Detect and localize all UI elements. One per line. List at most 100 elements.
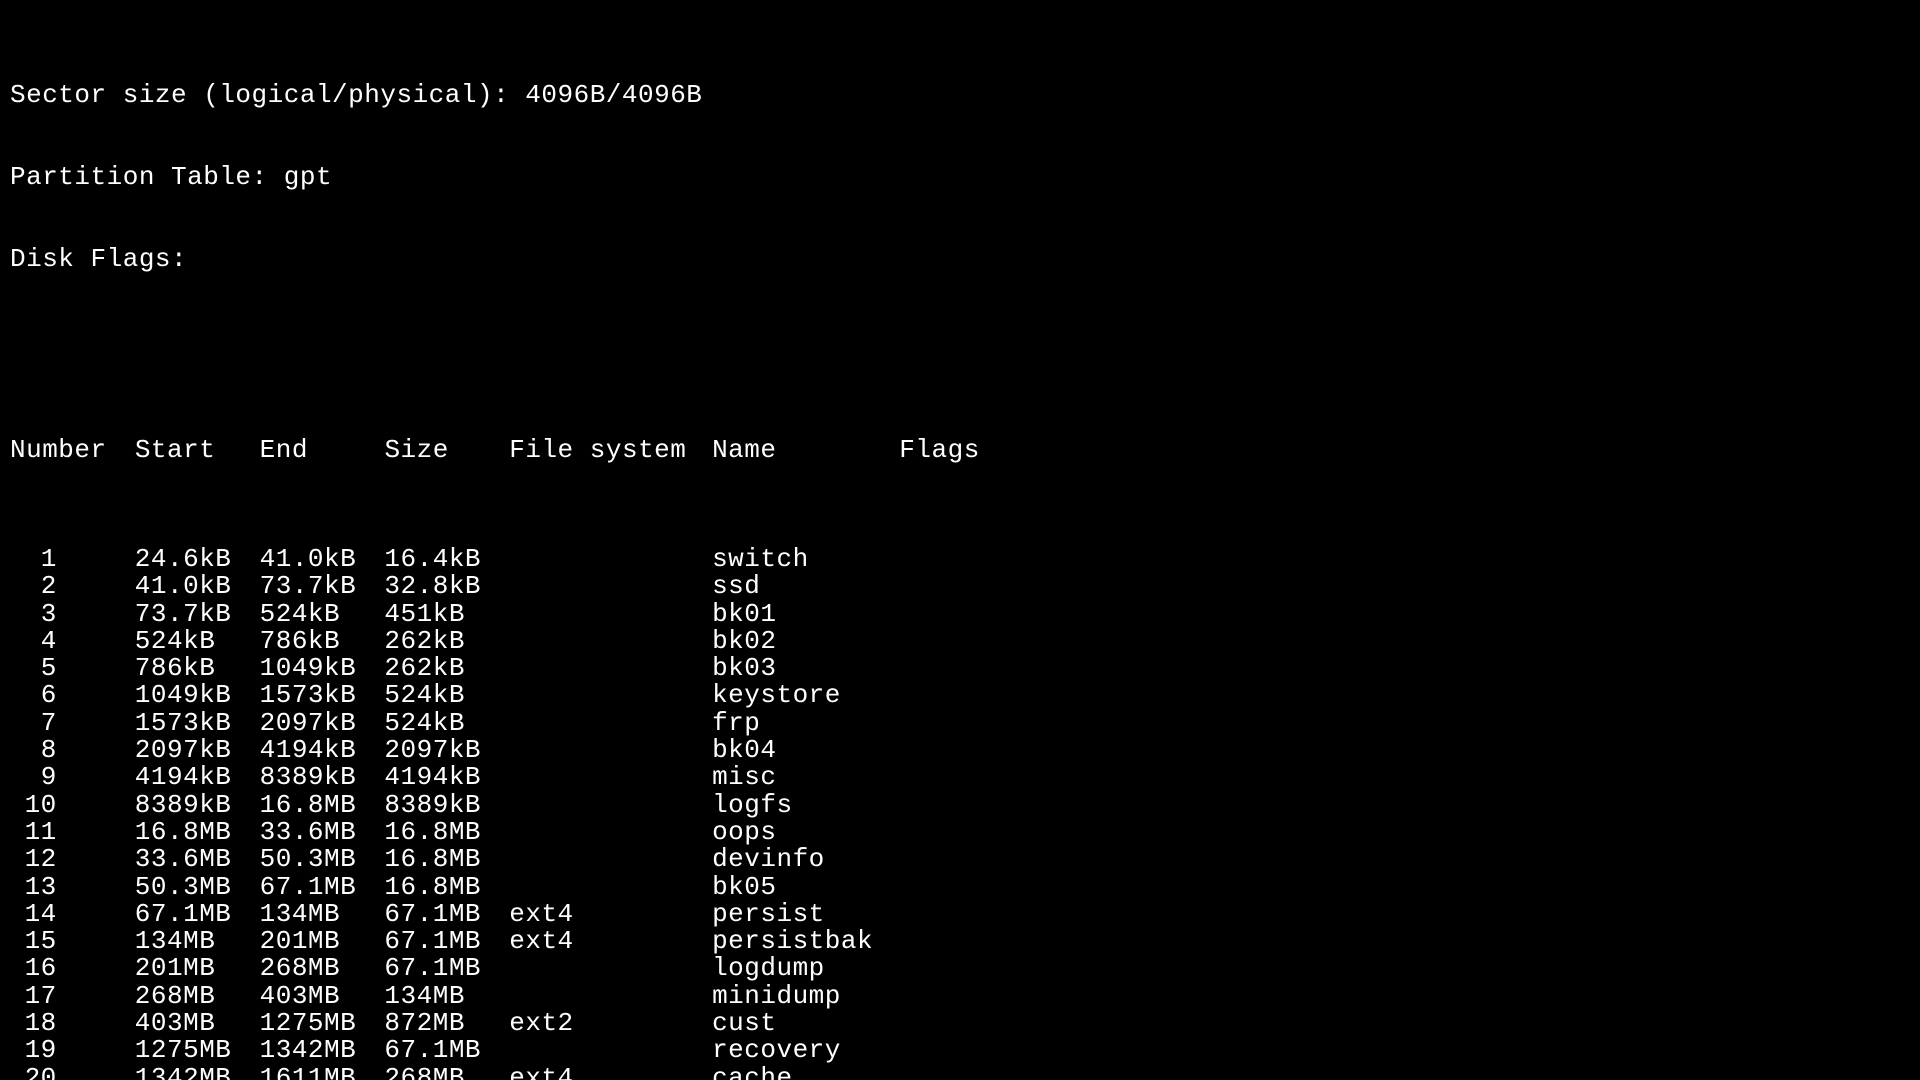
table-row: 373.7kB524kB451kBbk01: [10, 601, 1910, 628]
table-row: 15134MB201MB67.1MBext4persistbak: [10, 928, 1910, 955]
cell-end: 33.6MB: [260, 819, 385, 846]
cell-number: 18: [10, 1010, 57, 1037]
cell-name: bk05: [712, 874, 899, 901]
cell-size: 16.8MB: [384, 846, 509, 873]
cell-start: 134MB: [135, 928, 260, 955]
cell-name: cache: [712, 1065, 899, 1080]
cell-size: 134MB: [384, 983, 509, 1010]
cell-end: 2097kB: [260, 710, 385, 737]
table-row: 1116.8MB33.6MB16.8MBoops: [10, 819, 1910, 846]
cell-filesystem: ext2: [509, 1010, 712, 1037]
table-row: 82097kB4194kB2097kBbk04: [10, 737, 1910, 764]
cell-number: 9: [10, 764, 57, 791]
cell-end: 16.8MB: [260, 792, 385, 819]
table-row: 201342MB1611MB268MBext4cache: [10, 1065, 1910, 1080]
cell-name: persist: [712, 901, 899, 928]
col-header-end: End: [260, 437, 385, 464]
cell-start: 268MB: [135, 983, 260, 1010]
cell-filesystem: ext4: [509, 928, 712, 955]
cell-start: 8389kB: [135, 792, 260, 819]
cell-size: 16.8MB: [384, 819, 509, 846]
cell-name: frp: [712, 710, 899, 737]
col-header-start: Start: [135, 437, 260, 464]
table-row: 1467.1MB134MB67.1MBext4persist: [10, 901, 1910, 928]
cell-name: misc: [712, 764, 899, 791]
cell-end: 268MB: [260, 955, 385, 982]
cell-start: 67.1MB: [135, 901, 260, 928]
cell-number: 5: [10, 655, 57, 682]
cell-number: 20: [10, 1065, 57, 1080]
cell-end: 4194kB: [260, 737, 385, 764]
cell-end: 1342MB: [260, 1037, 385, 1064]
col-header-number: Number: [10, 437, 135, 464]
cell-start: 16.8MB: [135, 819, 260, 846]
col-header-name: Name: [712, 437, 899, 464]
cell-start: 73.7kB: [135, 601, 260, 628]
cell-number: 14: [10, 901, 57, 928]
cell-filesystem: ext4: [509, 1065, 712, 1080]
cell-name: devinfo: [712, 846, 899, 873]
cell-number: 12: [10, 846, 57, 873]
cell-end: 1611MB: [260, 1065, 385, 1080]
cell-start: 50.3MB: [135, 874, 260, 901]
table-row: 16 201MB268MB67.1MB logdump: [10, 955, 1910, 982]
cell-end: 1275MB: [260, 1010, 385, 1037]
cell-size: 262kB: [384, 655, 509, 682]
cell-start: 201MB: [135, 955, 260, 982]
table-row: 5786kB1049kB262kBbk03: [10, 655, 1910, 682]
cell-end: 50.3MB: [260, 846, 385, 873]
cell-name: bk01: [712, 601, 899, 628]
cell-start: 524kB: [135, 628, 260, 655]
col-header-size: Size: [384, 437, 509, 464]
cell-name: recovery: [712, 1037, 899, 1064]
table-row: 18403MB1275MB872MBext2cust: [10, 1010, 1910, 1037]
cell-name: ssd: [712, 573, 899, 600]
cell-name: keystore: [712, 682, 899, 709]
cell-size: 16.8MB: [384, 874, 509, 901]
cell-size: 32.8kB: [384, 573, 509, 600]
cell-size: 67.1MB: [384, 901, 509, 928]
cell-end: 8389kB: [260, 764, 385, 791]
cell-number: 10: [10, 792, 57, 819]
cell-size: 872MB: [384, 1010, 509, 1037]
cell-number: 16: [10, 955, 57, 982]
cell-size: 2097kB: [384, 737, 509, 764]
table-row: 241.0kB73.7kB32.8kBssd: [10, 573, 1910, 600]
cell-size: 268MB: [384, 1065, 509, 1080]
cell-start: 4194kB: [135, 764, 260, 791]
cell-end: 786kB: [260, 628, 385, 655]
cell-end: 403MB: [260, 983, 385, 1010]
cell-end: 201MB: [260, 928, 385, 955]
cell-start: 1275MB: [135, 1037, 260, 1064]
terminal-output[interactable]: Sector size (logical/physical): 4096B/40…: [0, 0, 1920, 1080]
cell-size: 524kB: [384, 682, 509, 709]
cell-start: 786kB: [135, 655, 260, 682]
cell-number: 19: [10, 1037, 57, 1064]
cell-size: 67.1MB: [384, 955, 509, 982]
cell-name: minidump: [712, 983, 899, 1010]
cell-size: 524kB: [384, 710, 509, 737]
cell-name: logdump: [712, 955, 899, 982]
cell-name: bk04: [712, 737, 899, 764]
cell-size: 67.1MB: [384, 928, 509, 955]
cell-size: 451kB: [384, 601, 509, 628]
col-header-flags: Flags: [899, 437, 1024, 464]
cell-name: bk03: [712, 655, 899, 682]
table-row: 17268MB403MB134MBminidump: [10, 983, 1910, 1010]
blank-line: [10, 328, 1910, 355]
cell-size: 16.4kB: [384, 546, 509, 573]
cell-filesystem: ext4: [509, 901, 712, 928]
disk-flags-line: Disk Flags:: [10, 246, 1910, 273]
cell-start: 1049kB: [135, 682, 260, 709]
cell-number: 13: [10, 874, 57, 901]
table-row: 94194kB8389kB4194kBmisc: [10, 764, 1910, 791]
cell-name: oops: [712, 819, 899, 846]
table-row: 1350.3MB67.1MB16.8MBbk05: [10, 874, 1910, 901]
cell-number: 3: [10, 601, 57, 628]
cell-name: persistbak: [712, 928, 899, 955]
cell-end: 73.7kB: [260, 573, 385, 600]
table-row: 4524kB786kB262kBbk02: [10, 628, 1910, 655]
table-row: 124.6kB41.0kB16.4kBswitch: [10, 546, 1910, 573]
cell-name: cust: [712, 1010, 899, 1037]
table-row: 1233.6MB50.3MB16.8MBdevinfo: [10, 846, 1910, 873]
